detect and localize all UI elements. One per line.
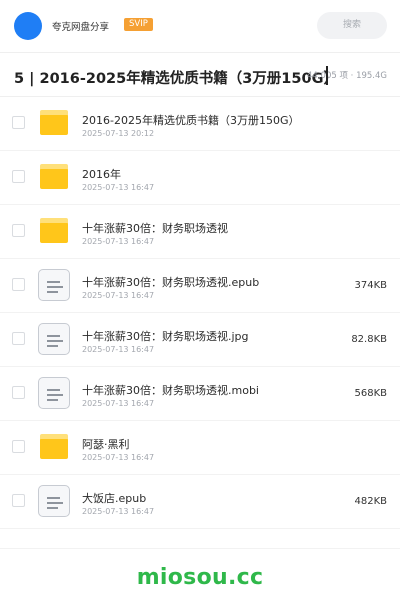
select-checkbox[interactable] [12, 494, 25, 507]
footer: miosou.cc [0, 548, 400, 600]
item-date: 2025-07-13 20:12 [82, 129, 155, 138]
item-size: 482KB [354, 496, 387, 507]
item-date: 2025-07-13 16:47 [82, 183, 155, 192]
item-name: 2016年 [82, 168, 121, 181]
document-icon [38, 377, 70, 409]
text-cursor [326, 66, 328, 85]
select-checkbox[interactable] [12, 224, 25, 237]
select-checkbox[interactable] [12, 332, 25, 345]
item-name: 大饭店.epub [82, 492, 147, 505]
item-size: 374KB [354, 280, 387, 291]
item-date: 2025-07-13 16:47 [82, 507, 155, 516]
folder-meta: 44,005 项 · 195.4G [307, 71, 387, 81]
divider [0, 52, 400, 53]
select-checkbox[interactable] [12, 386, 25, 399]
folder-title-bar: 5 | 2016-2025年精选优质书籍（3万册150G） 44,005 项 ·… [0, 58, 400, 96]
item-name: 十年涨薪30倍：财务职场透视.epub [82, 276, 260, 289]
list-item[interactable]: 2016-2025年精选优质书籍（3万册150G） 2025-07-13 20:1… [0, 97, 400, 151]
item-date: 2025-07-13 16:47 [82, 237, 155, 246]
folder-icon [38, 107, 70, 139]
select-checkbox[interactable] [12, 278, 25, 291]
folder-icon [38, 431, 70, 463]
search-button[interactable]: 搜索 [317, 12, 387, 39]
list-item[interactable]: 2016年 2025-07-13 16:47 [0, 151, 400, 205]
item-size: 568KB [354, 388, 387, 399]
item-date: 2025-07-13 16:47 [82, 399, 155, 408]
avatar[interactable] [14, 12, 42, 40]
item-date: 2025-07-13 16:47 [82, 453, 155, 462]
folder-title: 5 | 2016-2025年精选优质书籍（3万册150G） [14, 71, 338, 87]
list-item[interactable]: 十年涨薪30倍：财务职场透视 2025-07-13 16:47 [0, 205, 400, 259]
file-list: 2016-2025年精选优质书籍（3万册150G） 2025-07-13 20:1… [0, 97, 400, 529]
top-bar: 夸克网盘分享 SVIP 搜索 [0, 0, 400, 52]
select-checkbox[interactable] [12, 440, 25, 453]
select-checkbox[interactable] [12, 170, 25, 183]
svip-badge: SVIP [124, 18, 153, 31]
document-icon [38, 269, 70, 301]
app-brand: 夸克网盘分享 [52, 22, 110, 33]
folder-icon [38, 215, 70, 247]
item-name: 十年涨薪30倍：财务职场透视 [82, 222, 228, 235]
item-name: 十年涨薪30倍：财务职场透视.jpg [82, 330, 249, 343]
list-item[interactable]: 十年涨薪30倍：财务职场透视.epub 2025-07-13 16:47 374KB [0, 259, 400, 313]
item-name: 阿瑟·黑利 [82, 438, 130, 451]
list-item[interactable]: 十年涨薪30倍：财务职场透视.jpg 2025-07-13 16:47 82.8KB [0, 313, 400, 367]
item-date: 2025-07-13 16:47 [82, 345, 155, 354]
item-size: 82.8KB [351, 334, 387, 345]
item-date: 2025-07-13 16:47 [82, 291, 155, 300]
document-icon [38, 323, 70, 355]
item-name: 2016-2025年精选优质书籍（3万册150G） [82, 114, 300, 127]
list-item[interactable]: 大饭店.epub 2025-07-13 16:47 482KB [0, 475, 400, 529]
document-icon [38, 485, 70, 517]
select-checkbox[interactable] [12, 116, 25, 129]
item-name: 十年涨薪30倍：财务职场透视.mobi [82, 384, 259, 397]
folder-icon [38, 161, 70, 193]
list-item[interactable]: 十年涨薪30倍：财务职场透视.mobi 2025-07-13 16:47 568KB [0, 367, 400, 421]
watermark: miosou.cc [136, 565, 264, 590]
list-item[interactable]: 阿瑟·黑利 2025-07-13 16:47 [0, 421, 400, 475]
